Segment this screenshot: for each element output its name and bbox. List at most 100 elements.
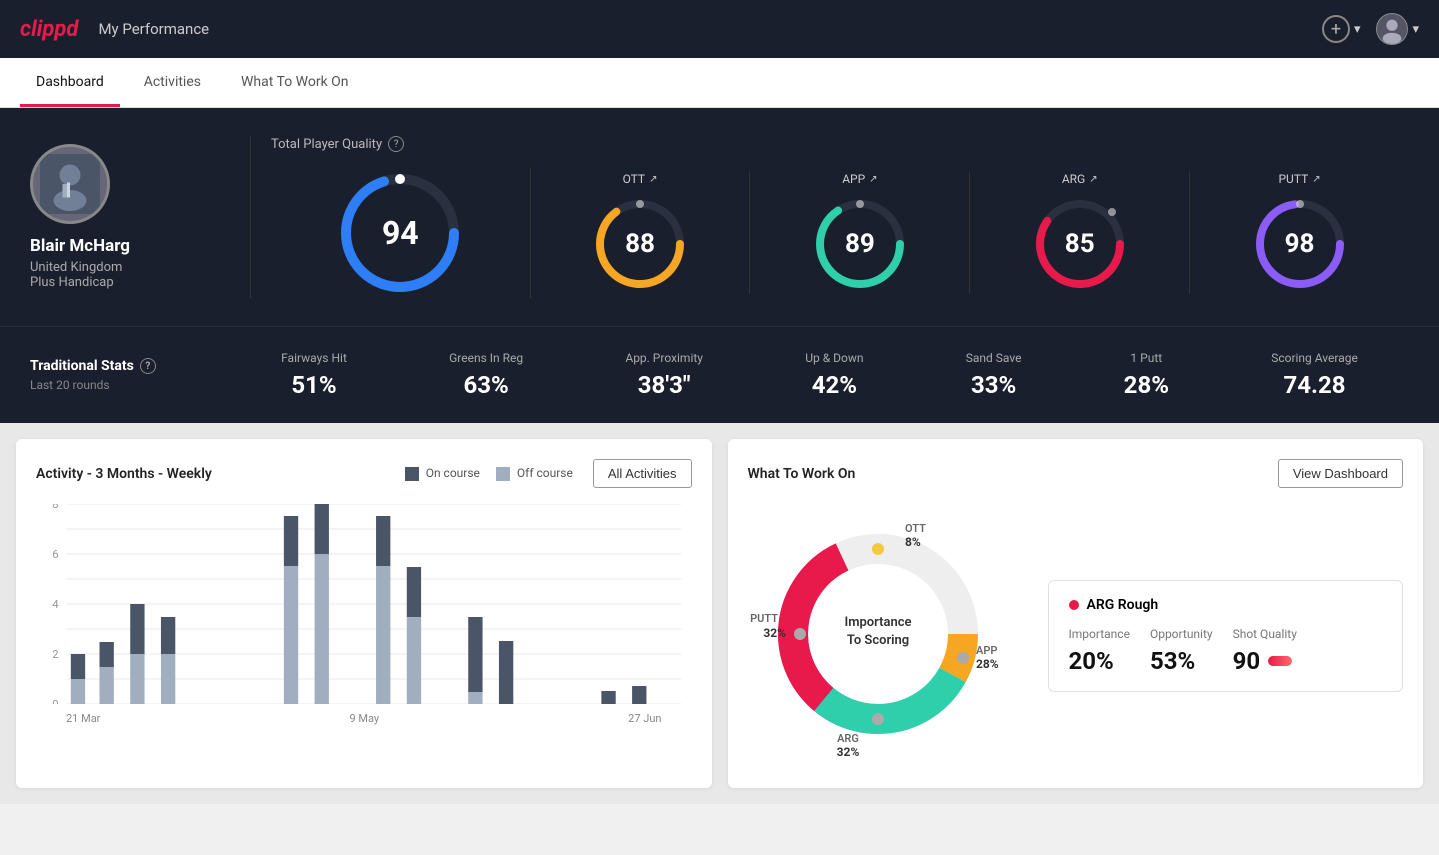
detail-metric-label-shot-quality: Shot Quality (1233, 627, 1297, 641)
stat-sandsave: Sand Save 33% (966, 351, 1022, 399)
gauge-putt: PUTT ↗ 98 (1190, 172, 1409, 294)
detail-card: ARG Rough Importance 20% Opportunity 53%… (1048, 580, 1404, 692)
logo[interactable]: clippd (20, 17, 78, 42)
svg-text:28%: 28% (976, 657, 999, 671)
stat-proximity: App. Proximity 38'3" (625, 351, 703, 399)
legend-off-course: Off course (496, 466, 573, 481)
gauge-title-app: APP ↗ (842, 172, 877, 186)
activity-chart-title: Activity - 3 Months - Weekly (36, 466, 212, 482)
stat-label-scoring: Scoring Average (1271, 351, 1358, 365)
gauge-title-ott: OTT ↗ (623, 172, 658, 186)
tab-dashboard[interactable]: Dashboard (20, 60, 120, 107)
detail-metric-value-importance: 20% (1069, 647, 1130, 675)
tab-activities[interactable]: Activities (128, 60, 217, 107)
stat-items: Fairways Hit 51% Greens In Reg 63% App. … (230, 351, 1409, 399)
wtwo-title: What To Work On (748, 466, 856, 482)
vertical-divider (250, 136, 251, 298)
svg-text:32%: 32% (763, 626, 786, 640)
legend-off-course-dot (496, 467, 510, 481)
gauge-value-putt: 98 (1285, 229, 1315, 259)
chart-x-labels: 21 Mar 9 May 27 Jun (36, 712, 692, 725)
stat-value-scoring: 74.28 (1271, 371, 1358, 399)
activity-panel: Activity - 3 Months - Weekly On course O… (16, 439, 712, 788)
stat-label-sandsave: Sand Save (966, 351, 1022, 365)
stat-label-fairways: Fairways Hit (281, 351, 347, 365)
stat-updown: Up & Down 42% (805, 351, 863, 399)
stat-scoring: Scoring Average 74.28 (1271, 351, 1358, 399)
detail-metric-importance: Importance 20% (1069, 627, 1130, 675)
gauge-svg-putt: 98 (1250, 194, 1350, 294)
player-handicap: Plus Handicap (30, 275, 230, 290)
add-button[interactable]: + ▾ (1322, 15, 1361, 43)
stat-value-1putt: 28% (1124, 371, 1169, 399)
user-profile-button[interactable]: ▾ (1376, 13, 1419, 45)
detail-metric-label-importance: Importance (1069, 627, 1130, 641)
gauge-total: 94 (271, 168, 531, 298)
player-name: Blair McHarg (30, 236, 230, 256)
avatar (1376, 13, 1408, 45)
stats-help-icon[interactable]: ? (140, 358, 156, 374)
stat-label-greens: Greens In Reg (449, 351, 523, 365)
gauge-value-app: 89 (845, 229, 875, 259)
gauge-ott: OTT ↗ 88 (531, 172, 751, 294)
hero-section: Blair McHarg United Kingdom Plus Handica… (0, 108, 1439, 326)
gauge-value-arg: 85 (1065, 229, 1095, 259)
stats-subtitle: Last 20 rounds (30, 378, 230, 392)
view-dashboard-button[interactable]: View Dashboard (1278, 459, 1403, 488)
stat-value-greens: 63% (449, 371, 523, 399)
detail-metric-value-shot-quality: 90 (1233, 647, 1261, 675)
gauge-arg: ARG ↗ 85 (970, 172, 1190, 294)
chart-label-may: 9 May (349, 712, 379, 725)
stat-value-sandsave: 33% (966, 371, 1022, 399)
gauge-title-putt: PUTT ↗ (1278, 172, 1320, 186)
stats-row: Traditional Stats ? Last 20 rounds Fairw… (0, 326, 1439, 423)
gauge-app: APP ↗ 89 (750, 172, 970, 294)
bottom-panels: Activity - 3 Months - Weekly On course O… (0, 423, 1439, 804)
svg-text:32%: 32% (836, 745, 859, 759)
tabs-nav: Dashboard Activities What To Work On (0, 58, 1439, 108)
legend-on-course-dot (405, 467, 419, 481)
stat-label-1putt: 1 Putt (1124, 351, 1169, 365)
svg-text:PUTT: PUTT (750, 612, 778, 625)
header-right: + ▾ ▾ (1322, 13, 1419, 45)
quality-section: Total Player Quality ? 94 (271, 136, 1409, 298)
stat-value-updown: 42% (805, 371, 863, 399)
header: clippd My Performance + ▾ ▾ (0, 0, 1439, 58)
all-activities-button[interactable]: All Activities (593, 459, 692, 488)
donut-area: Importance To Scoring OTT 8% APP 28% ARG… (748, 504, 1404, 768)
add-icon: + (1322, 15, 1350, 43)
svg-text:4: 4 (52, 598, 58, 611)
profile-chevron: ▾ (1412, 22, 1419, 37)
stats-title: Traditional Stats ? (30, 358, 230, 374)
legend-on-course: On course (405, 466, 480, 481)
donut-chart-wrap: Importance To Scoring OTT 8% APP 28% ARG… (748, 504, 1028, 768)
stat-value-proximity: 38'3" (625, 371, 703, 399)
stat-label-updown: Up & Down (805, 351, 863, 365)
svg-text:6: 6 (52, 548, 58, 561)
chart-area: 8 6 4 2 0 (36, 504, 692, 724)
chart-label-mar: 21 Mar (66, 712, 100, 725)
bar-chart-svg: 8 6 4 2 0 (36, 504, 692, 704)
tab-what-to-work-on[interactable]: What To Work On (225, 60, 365, 107)
svg-text:OTT: OTT (905, 522, 926, 535)
header-left: clippd My Performance (20, 17, 209, 42)
svg-text:0: 0 (52, 698, 58, 704)
svg-text:2: 2 (52, 648, 58, 661)
gauge-svg-total: 94 (335, 168, 465, 298)
what-to-work-on-panel: What To Work On View Dashboard (728, 439, 1424, 788)
gauge-title-arg: ARG ↗ (1062, 172, 1098, 186)
chart-legend: On course Off course (405, 466, 573, 481)
stat-1putt: 1 Putt 28% (1124, 351, 1169, 399)
stat-value-fairways: 51% (281, 371, 347, 399)
gauge-svg-ott: 88 (590, 194, 690, 294)
help-icon[interactable]: ? (388, 136, 404, 152)
stat-fairways: Fairways Hit 51% (281, 351, 347, 399)
gauge-svg-app: 89 (810, 194, 910, 294)
stat-label-proximity: App. Proximity (625, 351, 703, 365)
wtwo-panel-header: What To Work On View Dashboard (748, 459, 1404, 488)
svg-text:Importance: Importance (844, 615, 911, 630)
gauge-svg-arg: 85 (1030, 194, 1130, 294)
player-avatar (30, 144, 110, 224)
detail-card-title: ARG Rough (1069, 597, 1383, 613)
chart-label-jun: 27 Jun (628, 712, 661, 725)
